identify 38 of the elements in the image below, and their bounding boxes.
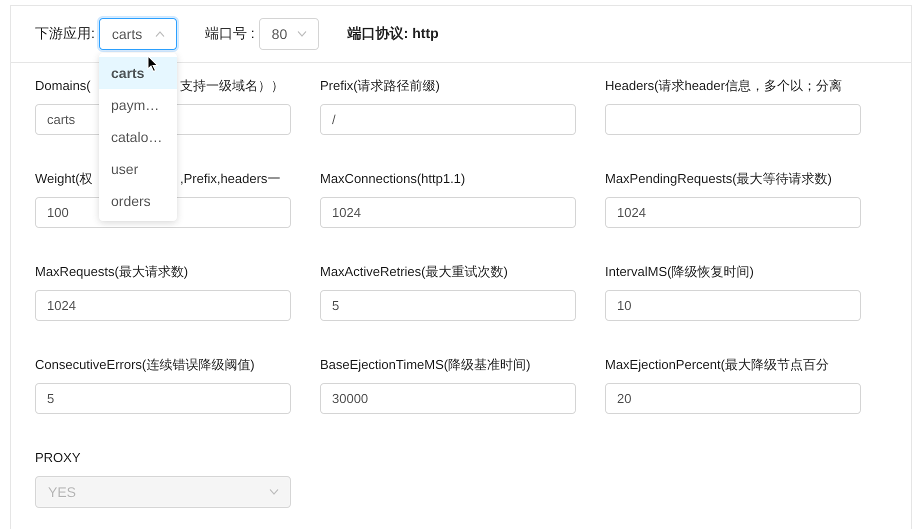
- field-label: ,Prefix,headers一: [180, 170, 280, 188]
- field-label: MaxRequests(最大请求数): [35, 263, 188, 281]
- field-label: Domains(: [35, 77, 91, 95]
- dropdown-option[interactable]: paym…: [99, 89, 177, 121]
- field-label: Headers(请求header信息，多个以；分离: [605, 77, 842, 95]
- protocol-text: 端口协议: http: [348, 25, 439, 43]
- field-label: PROXY: [35, 449, 81, 467]
- input-field[interactable]: 5: [35, 383, 291, 414]
- port-select[interactable]: 80: [258, 18, 319, 50]
- field-label: Weight(权: [35, 170, 93, 188]
- field-label: MaxConnections(http1.1): [320, 170, 466, 188]
- field-label: 支持一级域名））: [180, 77, 284, 95]
- dropdown-option[interactable]: carts: [99, 57, 177, 89]
- input-field[interactable]: 1024: [35, 290, 291, 321]
- field-label: MaxActiveRetries(最大重试次数): [320, 263, 508, 281]
- input-field[interactable]: 30000: [320, 383, 576, 414]
- port-label: 端口号 :: [204, 25, 255, 43]
- input-field[interactable]: 20: [605, 383, 861, 414]
- field-label: Prefix(请求路径前缀): [320, 77, 440, 95]
- caret-icon: [296, 31, 307, 37]
- caret-icon: [269, 489, 279, 495]
- dropdown-option[interactable]: orders: [99, 185, 177, 217]
- input-field[interactable]: 1024: [320, 197, 576, 228]
- input-field[interactable]: /: [320, 104, 576, 135]
- input-field[interactable]: 10: [605, 290, 861, 321]
- field-label: IntervalMS(降级恢复时间): [605, 263, 754, 281]
- dropdown-option[interactable]: user: [99, 153, 177, 185]
- input-field[interactable]: 5: [320, 290, 576, 321]
- dropdown-option[interactable]: catalo…: [99, 121, 177, 153]
- caret-icon: [154, 31, 165, 37]
- app-label: 下游应用:: [35, 25, 95, 43]
- input-field[interactable]: 1024: [605, 197, 861, 228]
- input-field[interactable]: [605, 104, 861, 135]
- app-select[interactable]: carts: [98, 18, 177, 50]
- field-label: BaseEjectionTimeMS(降级基准时间): [320, 356, 530, 374]
- field-label: MaxEjectionPercent(最大降级节点百分: [605, 356, 829, 374]
- field-label: ConsecutiveErrors(连续错误降级阈值): [35, 356, 255, 374]
- field-label: MaxPendingRequests(最大等待请求数): [605, 170, 832, 188]
